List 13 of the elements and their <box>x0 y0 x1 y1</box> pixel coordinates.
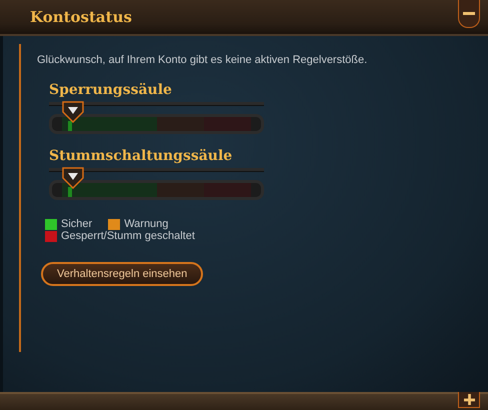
warning-zone-segment <box>156 183 204 197</box>
meter-title: Stummschaltungssäule <box>49 148 234 164</box>
legend-label: Warnung <box>124 218 168 230</box>
panel-title: Kontostatus <box>30 8 132 26</box>
collapse-button[interactable] <box>458 0 480 28</box>
rules-button[interactable]: Verhaltensregeln einsehen <box>41 262 204 286</box>
legend-label: Gesperrt/Stumm geschaltet <box>61 230 195 242</box>
legend-label: Sicher <box>61 218 92 230</box>
minus-icon <box>463 12 475 15</box>
status-message: Glückwunsch, auf Ihrem Konto gibt es keine aktiven Regelverstöße. <box>37 54 368 66</box>
plus-icon <box>464 394 474 404</box>
warning-zone-segment <box>156 117 204 131</box>
meter-title: Sperrungssäule <box>49 82 173 98</box>
